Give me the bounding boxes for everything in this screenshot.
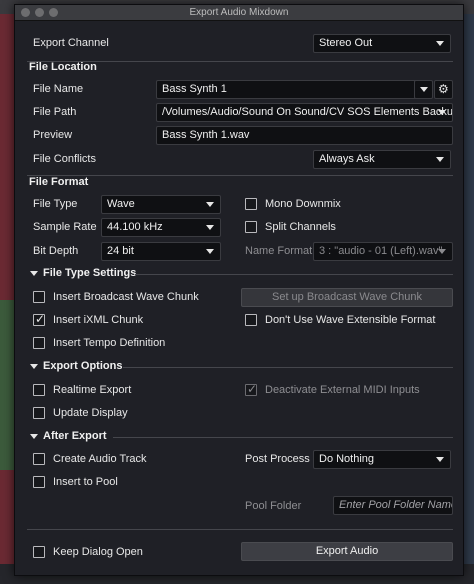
- realtime-export-checkbox[interactable]: [33, 384, 45, 396]
- divider: [135, 274, 453, 275]
- chevron-down-icon: [436, 157, 444, 162]
- pool-folder-input[interactable]: Enter Pool Folder Name: [333, 496, 453, 515]
- name-format-value: 3 : "audio - 01 (Left).wav": [319, 245, 443, 257]
- export-channel-select[interactable]: Stereo Out: [313, 34, 451, 53]
- bit-depth-label: Bit Depth: [33, 245, 79, 257]
- dont-use-wave-extensible-checkbox[interactable]: [245, 314, 257, 326]
- file-name-dropdown-button[interactable]: [414, 80, 433, 99]
- preview-field: Bass Synth 1.wav: [156, 126, 453, 145]
- file-name-input[interactable]: Bass Synth 1: [156, 80, 432, 99]
- create-audio-track-checkbox[interactable]: [33, 453, 45, 465]
- deactivate-midi-checkbox: ✓: [245, 382, 258, 396]
- title-bar: Export Audio Mixdown: [15, 5, 463, 21]
- split-channels-label: Split Channels: [265, 221, 336, 233]
- file-path-select[interactable]: /Volumes/Audio/Sound On Sound/CV SOS Ele…: [156, 103, 453, 122]
- file-conflicts-value: Always Ask: [319, 153, 375, 165]
- tempo-definition-checkbox[interactable]: [33, 337, 45, 349]
- export-options-collapse-icon[interactable]: [30, 364, 38, 369]
- chevron-down-icon: [436, 41, 444, 46]
- chevron-down-icon: [438, 110, 446, 115]
- file-type-select[interactable]: Wave: [101, 195, 221, 214]
- close-window-button[interactable]: [21, 8, 30, 17]
- file-type-settings-header: File Type Settings: [43, 267, 137, 279]
- ixml-label: Insert iXML Chunk: [53, 314, 144, 326]
- chevron-down-icon: [420, 87, 428, 92]
- chevron-down-icon: [206, 225, 214, 230]
- insert-to-pool-checkbox[interactable]: [33, 476, 45, 488]
- window-controls: [21, 8, 58, 17]
- update-display-checkbox[interactable]: [33, 407, 45, 419]
- after-export-header: After Export: [43, 430, 107, 442]
- chevron-down-icon: [206, 249, 214, 254]
- file-conflicts-label: File Conflicts: [33, 153, 96, 165]
- insert-to-pool-label: Insert to Pool: [53, 476, 118, 488]
- divider: [27, 175, 453, 176]
- zoom-window-button[interactable]: [49, 8, 58, 17]
- sample-rate-select[interactable]: 44.100 kHz: [101, 218, 221, 237]
- after-export-collapse-icon[interactable]: [30, 434, 38, 439]
- sample-rate-label: Sample Rate: [33, 221, 97, 233]
- file-format-header: File Format: [29, 176, 89, 188]
- export-audio-mixdown-dialog: Export Audio Mixdown Export Channel Ster…: [14, 4, 464, 576]
- update-display-label: Update Display: [53, 407, 128, 419]
- export-channel-value: Stereo Out: [319, 37, 373, 49]
- divider: [123, 367, 453, 368]
- window-title: Export Audio Mixdown: [189, 7, 289, 18]
- file-location-header: File Location: [29, 61, 97, 73]
- create-audio-track-label: Create Audio Track: [53, 453, 147, 465]
- file-name-label: File Name: [33, 83, 84, 95]
- file-type-settings-collapse-icon[interactable]: [30, 271, 38, 276]
- chevron-down-icon: [206, 202, 214, 207]
- keep-dialog-open-label: Keep Dialog Open: [53, 546, 143, 558]
- realtime-export-label: Realtime Export: [53, 384, 132, 396]
- setup-broadcast-wave-button[interactable]: Set up Broadcast Wave Chunk: [241, 288, 453, 307]
- post-process-value: Do Nothing: [319, 453, 375, 465]
- pool-folder-label: Pool Folder: [245, 500, 302, 512]
- chevron-down-icon: [438, 249, 446, 254]
- split-channels-checkbox[interactable]: [245, 221, 257, 233]
- divider: [27, 529, 453, 530]
- name-format-select: 3 : "audio - 01 (Left).wav": [313, 242, 453, 261]
- bit-depth-value: 24 bit: [107, 245, 134, 257]
- file-type-value: Wave: [107, 198, 135, 210]
- checkmark-icon: ✓: [247, 382, 258, 396]
- gear-icon: ⚙: [438, 82, 449, 96]
- name-format-label: Name Format: [245, 245, 313, 257]
- mono-downmix-checkbox[interactable]: [245, 198, 257, 210]
- file-type-label: File Type: [33, 198, 78, 210]
- keep-dialog-open-checkbox[interactable]: [33, 546, 45, 558]
- sample-rate-value: 44.100 kHz: [107, 221, 163, 233]
- file-path-label: File Path: [33, 106, 77, 118]
- ixml-checkbox[interactable]: ✓: [33, 312, 46, 326]
- bit-depth-select[interactable]: 24 bit: [101, 242, 221, 261]
- post-process-select[interactable]: Do Nothing: [313, 450, 451, 469]
- deactivate-midi-label: Deactivate External MIDI Inputs: [265, 384, 420, 396]
- chevron-down-icon: [436, 457, 444, 462]
- export-channel-label: Export Channel: [33, 37, 109, 49]
- checkmark-icon: ✓: [35, 312, 46, 326]
- file-name-settings-button[interactable]: ⚙: [434, 80, 453, 99]
- export-audio-button[interactable]: Export Audio: [241, 542, 453, 561]
- mono-downmix-label: Mono Downmix: [265, 198, 341, 210]
- file-conflicts-select[interactable]: Always Ask: [313, 150, 451, 169]
- dont-use-wave-extensible-label: Don't Use Wave Extensible Format: [265, 314, 436, 326]
- minimize-window-button[interactable]: [35, 8, 44, 17]
- post-process-label: Post Process: [245, 453, 310, 465]
- broadcast-wave-label: Insert Broadcast Wave Chunk: [53, 291, 199, 303]
- broadcast-wave-checkbox[interactable]: [33, 291, 45, 303]
- file-path-value: /Volumes/Audio/Sound On Sound/CV SOS Ele…: [162, 106, 453, 118]
- tempo-definition-label: Insert Tempo Definition: [53, 337, 166, 349]
- preview-label: Preview: [33, 129, 73, 141]
- export-options-header: Export Options: [43, 360, 123, 372]
- divider: [113, 437, 453, 438]
